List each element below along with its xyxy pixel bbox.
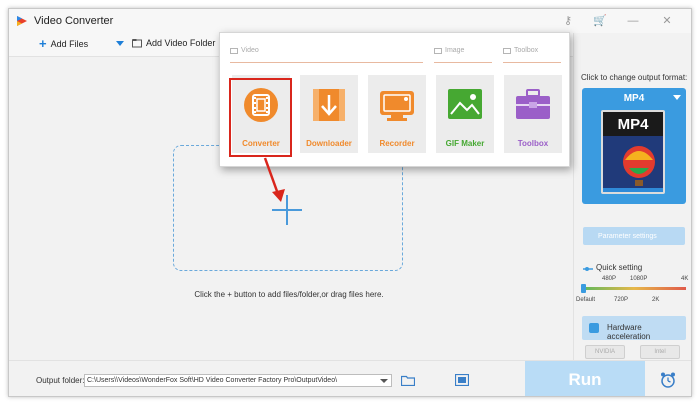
nvidia-chip[interactable]: NVIDIA [585, 345, 625, 359]
recorder-tile[interactable]: Recorder [368, 75, 426, 153]
image-icon [448, 89, 482, 119]
alarm-clock-icon[interactable] [659, 371, 677, 389]
image-category-icon [434, 47, 442, 54]
plus-icon: + [39, 36, 47, 51]
slider-label-2k: 2K [652, 297, 660, 303]
screen-recorder-icon [380, 91, 414, 121]
slider-label-default: Default [576, 297, 596, 303]
category-divider [434, 62, 492, 63]
category-divider [230, 62, 423, 63]
folder-add-icon [132, 39, 142, 48]
add-video-folder-label: Add Video Folder [146, 38, 216, 48]
toolbox-tile[interactable]: Toolbox [504, 75, 562, 153]
add-files-button[interactable]: + Add Files [39, 36, 89, 51]
mp4-card-label: MP4 [617, 116, 649, 133]
toolbox-label: Toolbox [517, 139, 549, 148]
gif-maker-tile[interactable]: GIF Maker [436, 75, 494, 153]
slider-settings-icon [583, 267, 593, 271]
download-icon [313, 89, 345, 121]
chevron-down-icon[interactable] [380, 379, 388, 383]
category-video-label: Video [241, 47, 259, 54]
category-toolbox-label: Toolbox [514, 47, 539, 54]
downloader-label: Downloader [306, 139, 352, 148]
output-format-label: Click to change output format: [581, 73, 688, 82]
output-panel: Click to change output format: MP4 MP4 P… [573, 33, 691, 360]
slider-tick-480p: 480P [602, 276, 617, 282]
slider-tick-1080p: 1080P [630, 276, 648, 282]
converter-highlight-box [229, 78, 292, 157]
slider-label-720p: 720P [614, 297, 629, 303]
app-title: Video Converter [34, 15, 114, 27]
red-arrow-annotation [263, 157, 285, 202]
chevron-down-icon [673, 95, 681, 100]
category-image-label: Image [445, 47, 465, 54]
cart-icon[interactable]: 🛒 [592, 13, 608, 29]
slider-tick-4k: 4K [681, 276, 689, 282]
folder-icon[interactable] [401, 375, 415, 386]
category-image: Image [434, 47, 464, 54]
video-output-icon[interactable] [455, 374, 469, 386]
add-files-label: Add Files [50, 39, 89, 49]
app-logo-icon [17, 16, 27, 26]
bottom-bar: Output folder: C:\Users\\Videos\WonderFo… [9, 360, 691, 396]
intel-chip[interactable]: Intel [640, 345, 680, 359]
run-button[interactable]: Run [525, 361, 645, 396]
output-folder-field[interactable]: C:\Users\\Videos\WonderFox Soft\HD Video… [84, 374, 392, 387]
toolbox-category-icon [503, 47, 511, 54]
toolbox-icon [516, 89, 550, 119]
category-divider [503, 62, 561, 63]
downloader-tile[interactable]: Downloader [300, 75, 358, 153]
output-format-selector[interactable]: MP4 MP4 [582, 88, 686, 204]
output-format-name: MP4 [623, 93, 645, 104]
recorder-label: Recorder [379, 139, 415, 148]
quality-slider[interactable] [582, 287, 686, 290]
quick-setting-label: Quick setting [596, 263, 643, 272]
output-folder-label: Output folder: [36, 376, 85, 385]
minimize-button[interactable]: — [625, 13, 641, 29]
add-video-folder-button[interactable]: Add Video Folder [116, 38, 215, 48]
parameter-settings-label: Parameter settings [598, 232, 657, 240]
hardware-acceleration-toggle[interactable]: Hardware acceleration [582, 316, 686, 341]
category-video: Video [230, 47, 259, 54]
chevron-down-icon[interactable] [116, 40, 124, 46]
parameter-settings-button[interactable]: Parameter settings [583, 227, 685, 245]
key-icon[interactable]: ⚷ [560, 13, 576, 29]
category-toolbox: Toolbox [503, 47, 538, 54]
drop-hint: Click the + button to add files/folder,o… [194, 290, 384, 299]
video-category-icon [230, 47, 238, 54]
hardware-acceleration-checkbox[interactable] [589, 323, 599, 333]
quality-slider-handle[interactable] [581, 284, 586, 293]
mp4-format-icon: MP4 [601, 110, 665, 194]
close-button[interactable]: ✕ [659, 13, 675, 29]
title-bar: Video Converter ⚷ 🛒 — ✕ [9, 9, 691, 33]
hardware-acceleration-label: Hardware acceleration [607, 323, 651, 341]
gif-maker-label: GIF Maker [445, 139, 485, 148]
balloon-icon [603, 136, 663, 192]
